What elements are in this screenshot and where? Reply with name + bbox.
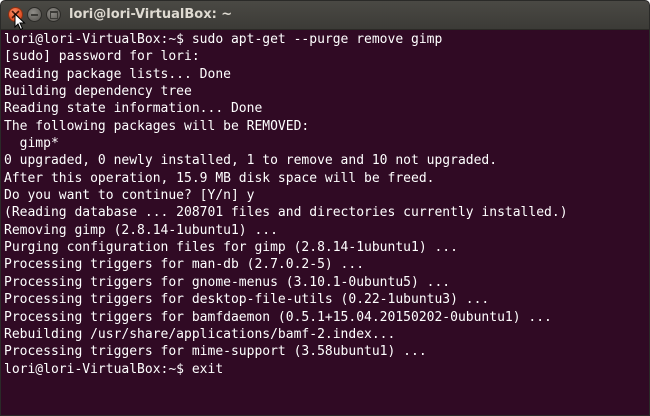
maximize-icon [49,10,58,19]
minimize-button[interactable] [27,7,42,22]
output-line: gimp* [4,136,59,152]
output-line: (Reading database ... 208701 files and d… [4,205,568,221]
output-line: 0 upgraded, 0 newly installed, 1 to remo… [4,153,498,169]
minimize-icon [31,13,38,16]
title-bar[interactable]: lori@lori-VirtualBox: ~ [1,1,649,31]
output-line: Processing triggers for man-db (2.7.0.2-… [4,257,365,273]
output-line: The following packages will be REMOVED: [4,118,310,134]
output-line: Processing triggers for bamfdaemon (0.5.… [4,309,552,325]
output-line: Reading state information... Done [4,101,263,117]
output-line: Processing triggers for gnome-menus (3.1… [4,274,451,290]
terminal-output[interactable]: lori@lori-VirtualBox:~$ sudo apt-get --p… [1,30,649,415]
command-line: lori@lori-VirtualBox:~$ sudo apt-get --p… [4,32,443,47]
output-line: [sudo] password for lori: [4,49,200,65]
window-title: lori@lori-VirtualBox: ~ [69,7,233,22]
output-line: Removing gimp (2.8.14-1ubuntu1) ... [4,222,278,238]
command-line: lori@lori-VirtualBox:~$ exit [4,361,224,377]
output-line: Purging configuration files for gimp (2.… [4,240,458,256]
mouse-pointer-icon [14,13,26,31]
output-line: Reading package lists... Done [4,66,231,82]
output-line: Rebuilding /usr/share/applications/bamf-… [4,326,396,342]
maximize-button[interactable] [46,7,61,22]
output-line: Processing triggers for mime-support (3.… [4,344,427,360]
output-line: Building dependency tree [4,84,192,100]
terminal-window: lori@lori-VirtualBox: ~ lori@lori-Virtua… [0,0,650,416]
output-line: Do you want to continue? [Y/n] y [4,188,255,204]
output-line: After this operation, 15.9 MB disk space… [4,170,435,186]
output-line: Processing triggers for desktop-file-uti… [4,292,490,308]
